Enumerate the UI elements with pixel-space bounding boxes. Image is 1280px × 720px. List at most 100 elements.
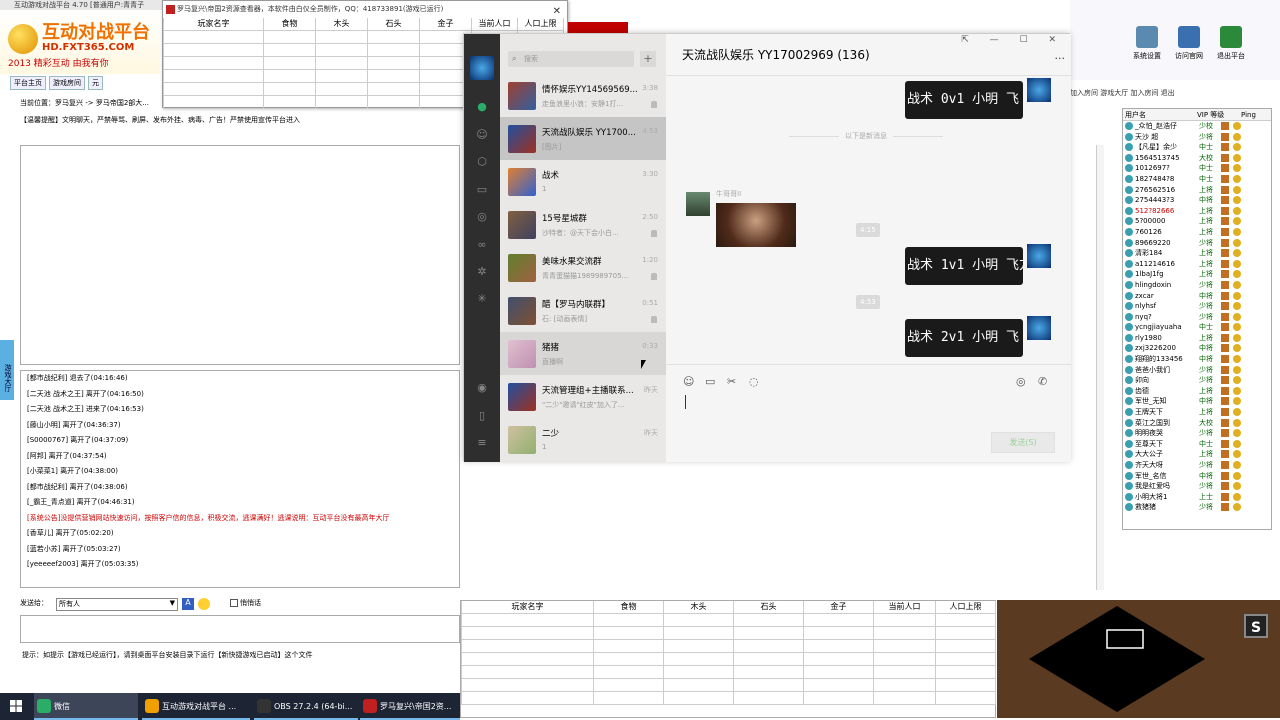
conversation-item[interactable]: 战术 1 3:30	[500, 160, 666, 203]
user-row[interactable]: zxcar 中将	[1123, 291, 1271, 302]
user-row[interactable]: nyq? 少将	[1123, 312, 1271, 323]
user-row[interactable]: 齐天大呀 少将	[1123, 460, 1271, 471]
photo-message[interactable]	[716, 203, 796, 247]
chat-icon[interactable]: ●	[475, 100, 489, 114]
user-row[interactable]: 至尊天下 中士	[1123, 439, 1271, 450]
my-avatar[interactable]	[1027, 78, 1051, 102]
tab-rooms[interactable]: 游戏房间	[49, 76, 85, 90]
user-row[interactable]: ycngjiayuaha 中士	[1123, 322, 1271, 333]
user-row[interactable]: nlyhsf 少将	[1123, 301, 1271, 312]
user-row[interactable]: 菜江之国到 大校	[1123, 418, 1271, 429]
my-avatar[interactable]	[470, 56, 494, 80]
text-caret[interactable]	[685, 395, 686, 409]
taskbar-item[interactable]: 微信	[34, 693, 138, 720]
table-header[interactable]: 金子	[420, 18, 472, 31]
settings-icon[interactable]: ✲	[475, 265, 489, 279]
tab-home[interactable]: 平台主页	[10, 76, 46, 90]
user-row[interactable]: 救猪猪 少将	[1123, 502, 1271, 513]
desktop-icon[interactable]: 访问官网	[1169, 26, 1209, 61]
user-row[interactable]: 5?00000 上将	[1123, 216, 1271, 227]
conversation-item[interactable]: 天流管理组+主播联系... "二少"邀请"红皮"加入了... 昨天	[500, 375, 666, 418]
user-row[interactable]: hlingdoxin 少将	[1123, 280, 1271, 291]
user-row[interactable]: _众怕_赵浩仔 少校	[1123, 121, 1271, 132]
image-message[interactable]: 战术 0v1 小明 飞	[905, 81, 1023, 119]
table-header[interactable]: 食物	[264, 18, 316, 31]
user-row[interactable]: 天沙 超 少将	[1123, 132, 1271, 143]
moments-icon[interactable]: ◎	[475, 210, 489, 224]
emoji-icon[interactable]: ☺	[683, 375, 694, 388]
user-row[interactable]: 军世_名信 中将	[1123, 471, 1271, 482]
minimap-button[interactable]: S	[1244, 614, 1268, 638]
desktop-icon[interactable]: 退出平台	[1211, 26, 1251, 61]
table-header[interactable]: 石头	[368, 18, 420, 31]
live-icon[interactable]: ◎	[1016, 375, 1026, 388]
user-row[interactable]: 760126 上将	[1123, 227, 1271, 238]
chat-bubble-icon[interactable]: ◌	[749, 375, 759, 388]
add-button[interactable]: +	[640, 51, 656, 67]
conversation-item[interactable]: 15号星城群 沙特者：@天下会小白... 2:50	[500, 203, 666, 246]
user-row[interactable]: 512?82666 上将	[1123, 206, 1271, 217]
user-row[interactable]: 王牌天下 上将	[1123, 407, 1271, 418]
font-icon[interactable]: A	[182, 598, 194, 610]
table-header[interactable]: 当前人口	[472, 18, 518, 31]
user-row[interactable]: 1827484?8 中士	[1123, 174, 1271, 185]
user-row[interactable]: 89669220 少将	[1123, 238, 1271, 249]
emoji-icon[interactable]	[198, 598, 210, 610]
user-row[interactable]: 1012697? 中士	[1123, 163, 1271, 174]
folder-icon[interactable]: ▭	[705, 375, 715, 388]
desktop-icon[interactable]: 系统设置	[1127, 26, 1167, 61]
send-to-select[interactable]: 所有人 ▼	[56, 598, 178, 611]
phone-icon[interactable]: ▯	[475, 409, 489, 423]
windows-start-icon[interactable]	[10, 700, 22, 712]
close-icon[interactable]: ✕	[553, 3, 561, 20]
user-row[interactable]: 军世_无知 中将	[1123, 396, 1271, 407]
chat-input-box[interactable]	[20, 615, 460, 643]
user-row[interactable]: 276562516 上将	[1123, 185, 1271, 196]
sender-avatar[interactable]	[686, 192, 710, 216]
image-message[interactable]: 战术 1v1 小明 飞方	[905, 247, 1023, 285]
taskbar-item[interactable]: OBS 27.2.4 (64-bi...	[254, 693, 358, 720]
table-header[interactable]: 石头	[734, 601, 804, 614]
user-row[interactable]: zxj3226200 中将	[1123, 343, 1271, 354]
more-icon[interactable]: ···	[1055, 52, 1066, 65]
conversation-item[interactable]: 情怀娱乐YY14569569... 走鱼浪里小浪：安静1打... 3:38	[500, 74, 666, 117]
compass-icon[interactable]: ◉	[475, 381, 489, 395]
user-col-ping[interactable]: Ping	[1239, 109, 1269, 120]
table-header[interactable]: 金子	[804, 601, 874, 614]
user-row[interactable]: 1564513745 大校	[1123, 153, 1271, 164]
taskbar-item[interactable]: 罗马复兴\帝国2资...	[360, 693, 460, 720]
table-header[interactable]: 食物	[594, 601, 664, 614]
my-avatar[interactable]	[1027, 316, 1051, 340]
folder-icon[interactable]: ▭	[475, 183, 489, 197]
table-header[interactable]: 人口上限	[936, 601, 996, 614]
user-col-name[interactable]: 用户名	[1123, 109, 1195, 120]
user-row[interactable]: 我是红爱吗 少将	[1123, 481, 1271, 492]
table-header[interactable]: 木头	[316, 18, 368, 31]
user-row[interactable]: 小明大将1 上士	[1123, 492, 1271, 503]
my-avatar[interactable]	[1027, 244, 1051, 268]
user-row[interactable]: a11214616 上将	[1123, 259, 1271, 270]
contacts-icon[interactable]: ☺	[475, 128, 489, 142]
table-header[interactable]: 木头	[664, 601, 734, 614]
user-col-level[interactable]: VIP 等级	[1195, 109, 1239, 120]
menu-icon[interactable]: ≡	[475, 436, 489, 450]
tab-yuan[interactable]: 元	[88, 76, 103, 90]
conversation-item[interactable]: 二少 1 昨天	[500, 418, 666, 461]
user-row[interactable]: 1lbaJ1fg 上将	[1123, 269, 1271, 280]
window-controls[interactable]: ⇱ — ☐ ✕	[961, 35, 1065, 45]
sparkle-icon[interactable]: ✳	[475, 292, 489, 306]
call-icon[interactable]: ✆	[1038, 375, 1047, 388]
table-header[interactable]: 玩家名字	[164, 18, 264, 31]
scissors-icon[interactable]: ✂	[727, 375, 736, 388]
game-minimap[interactable]: S	[997, 600, 1280, 718]
user-row[interactable]: 大大公子 上将	[1123, 449, 1271, 460]
taskbar-item[interactable]: 互动游戏对战平台 ...	[142, 693, 250, 720]
box-icon[interactable]: ⬡	[475, 155, 489, 169]
scrollbar[interactable]	[1096, 145, 1104, 590]
conversation-item[interactable]: 天流战队娱乐 YY1700... [图片] 4:53	[500, 117, 666, 160]
search-input[interactable]: ⌕ 搜索	[508, 51, 634, 67]
user-row[interactable]: 卯向 少将	[1123, 375, 1271, 386]
user-row[interactable]: 爸爸小我们 少将	[1123, 365, 1271, 376]
table-header[interactable]: 玩家名字	[462, 601, 594, 614]
user-row[interactable]: 翔翔的133456 中将	[1123, 354, 1271, 365]
